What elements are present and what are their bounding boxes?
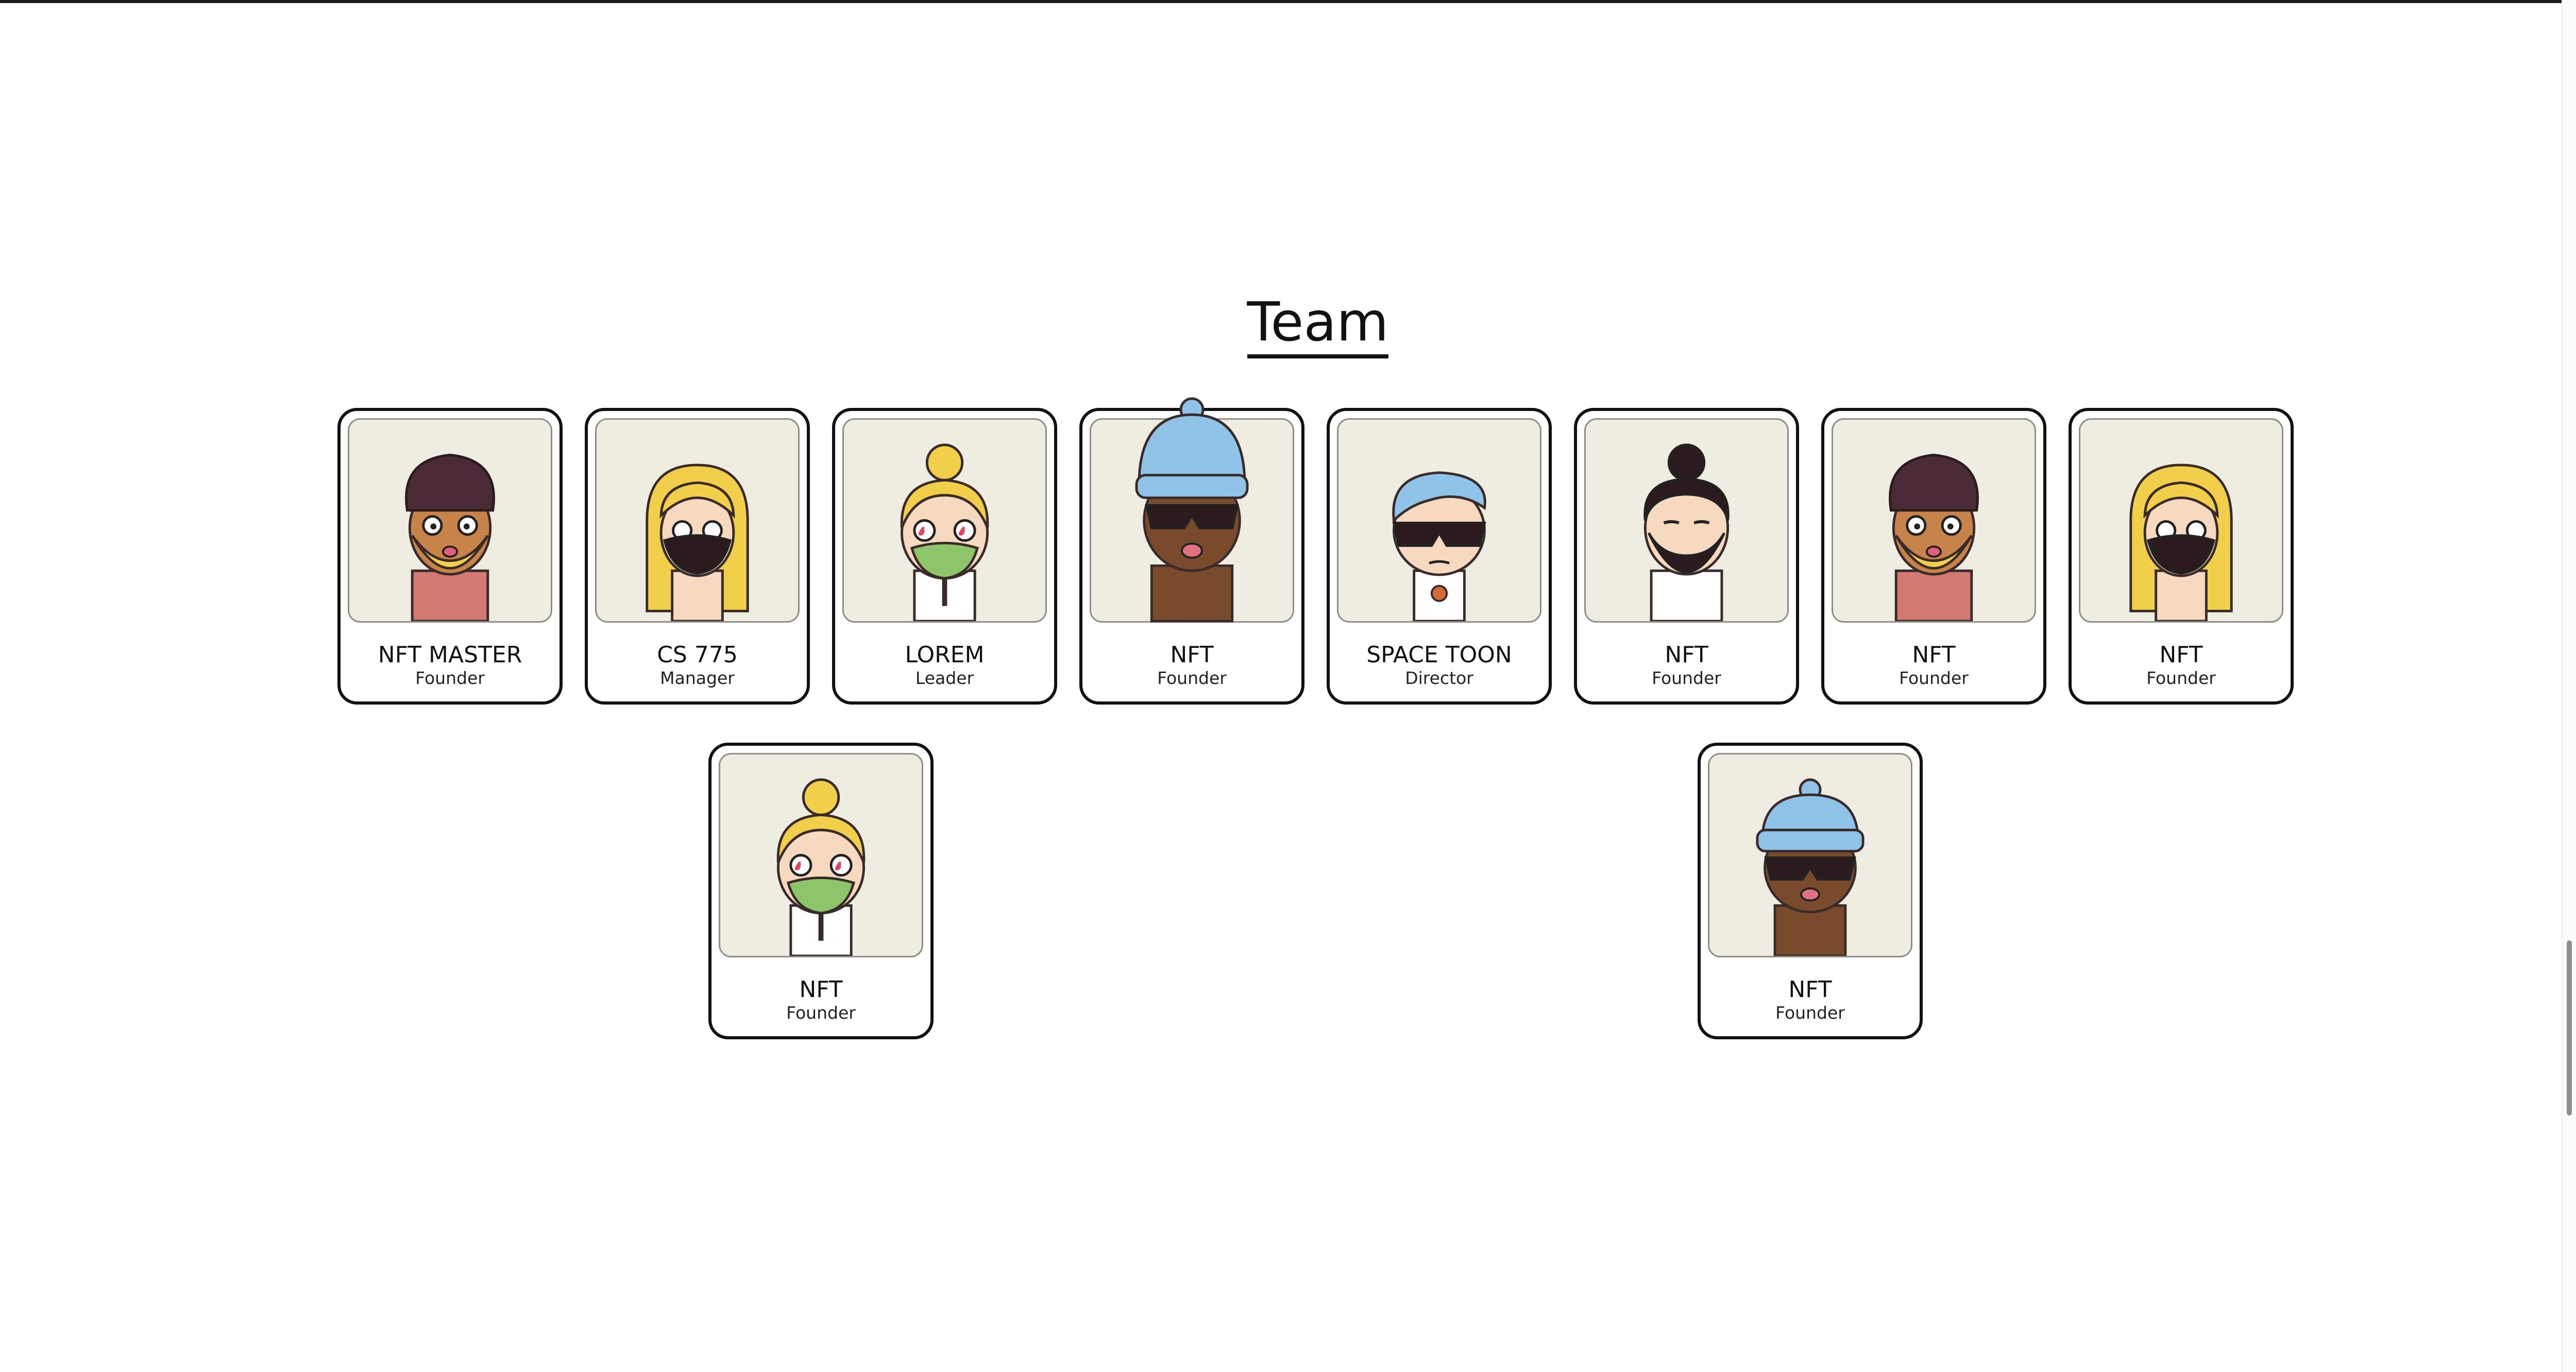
beanie-sunglasses-avatar [1090, 397, 1294, 623]
member-role: Founder [786, 1003, 856, 1023]
team-card[interactable]: NFT Founder [1574, 408, 1799, 705]
man-bun-bearded-avatar [1584, 418, 1789, 623]
team-card[interactable]: NFT Founder [708, 743, 934, 1039]
member-role: Director [1405, 668, 1473, 688]
page-scrollbar[interactable] [2562, 0, 2576, 1372]
beanie-sunglasses-avatar [1708, 753, 1912, 957]
member-role: Founder [1899, 668, 1969, 688]
member-name: LOREM [905, 642, 985, 668]
team-card[interactable]: NFT Founder [1821, 408, 2046, 705]
member-name: NFT [1665, 642, 1708, 668]
member-name: NFT [799, 976, 843, 1003]
member-role: Leader [915, 668, 974, 688]
member-name: SPACE TOON [1366, 642, 1512, 668]
member-name: NFT [1170, 642, 1214, 668]
team-card[interactable]: NFT MASTER Founder [337, 408, 563, 705]
member-name: NFT [2159, 642, 2203, 668]
team-card[interactable]: LOREM Leader [832, 408, 1057, 705]
bun-masked-avatar [719, 753, 923, 957]
team-card[interactable]: SPACE TOON Director [1327, 408, 1552, 705]
member-role: Manager [660, 668, 735, 688]
member-name: NFT [1788, 976, 1832, 1003]
turban-bearded-avatar [348, 418, 552, 623]
member-role: Founder [1157, 668, 1227, 688]
turban-bearded-avatar [1832, 418, 2036, 623]
scrollbar-thumb[interactable] [2567, 940, 2572, 1116]
page-title: Team [1247, 291, 1389, 358]
team-section-title: Team [0, 291, 2576, 358]
member-name: NFT [1912, 642, 1956, 668]
member-role: Founder [1652, 668, 1721, 688]
member-role: Founder [1775, 1003, 1845, 1023]
member-role: Founder [415, 668, 485, 688]
team-card[interactable]: NFT Founder [1079, 397, 1304, 705]
bun-masked-avatar [842, 418, 1047, 623]
member-name: NFT MASTER [378, 642, 522, 668]
team-card[interactable]: NFT Founder [2069, 408, 2294, 705]
blonde-masked-avatar [2079, 418, 2283, 623]
blue-hair-sunglasses-avatar [1337, 418, 1541, 623]
blonde-masked-avatar [595, 418, 800, 623]
team-card[interactable]: NFT Founder [1698, 743, 1923, 1039]
top-border [0, 0, 2576, 3]
team-card[interactable]: CS 775 Manager [585, 408, 810, 705]
member-name: CS 775 [657, 642, 738, 668]
member-role: Founder [2146, 668, 2216, 688]
